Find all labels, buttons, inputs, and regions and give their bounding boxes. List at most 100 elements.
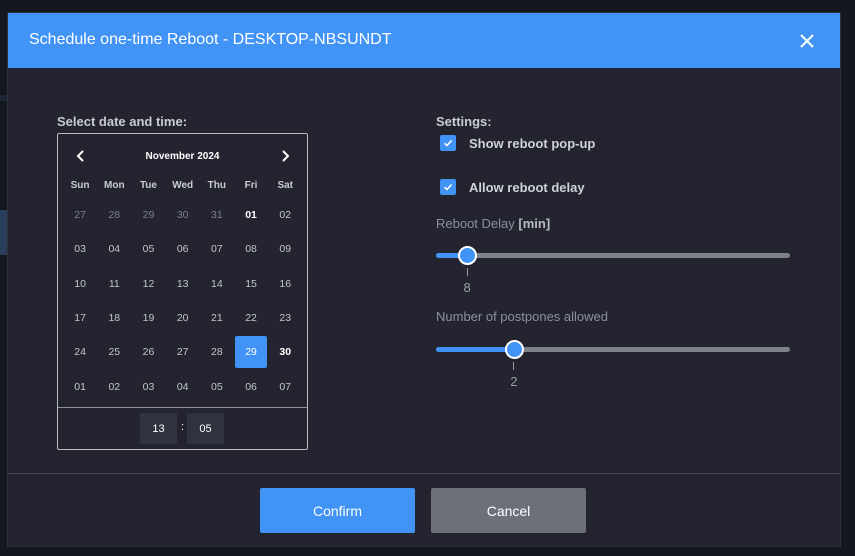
time-separator: :	[181, 421, 185, 433]
calendar-day[interactable]: 07	[200, 232, 234, 266]
calendar-day[interactable]: 04	[166, 369, 200, 403]
calendar-day[interactable]: 04	[97, 232, 131, 266]
allow-delay-checkbox[interactable]: Allow reboot delay	[440, 178, 585, 196]
calendar-day-number: 04	[108, 243, 121, 256]
calendar-day[interactable]: 20	[166, 301, 200, 335]
calendar-day-number: 27	[176, 346, 189, 359]
calendar-day[interactable]: 06	[234, 369, 268, 403]
weekday-label: Mon	[104, 180, 125, 191]
calendar-day[interactable]: 31	[200, 198, 234, 232]
reboot-delay-slider[interactable]	[436, 245, 790, 265]
reboot-delay-label-text: Reboot Delay	[436, 216, 515, 231]
calendar-day[interactable]: 05	[200, 369, 234, 403]
slider-thumb[interactable]	[458, 246, 478, 265]
postpones-slider[interactable]	[436, 339, 790, 359]
calendar-day-number: 30	[176, 209, 189, 222]
calendar-day[interactable]: 19	[131, 301, 165, 335]
calendar-day[interactable]: 28	[97, 198, 131, 232]
calendar-day-number: 06	[245, 380, 257, 393]
calendar-day-number: 25	[108, 346, 121, 359]
slider-track[interactable]	[436, 253, 790, 258]
calendar-day[interactable]: 02	[268, 198, 302, 232]
calendar-day-number: 09	[279, 243, 292, 256]
calendar-day[interactable]: 12	[131, 267, 165, 301]
checkbox-checked[interactable]	[440, 179, 456, 195]
calendar-day[interactable]: 16	[268, 267, 302, 301]
calendar-day-number: 02	[279, 209, 292, 222]
calendar-day[interactable]: 08	[234, 232, 268, 266]
calendar-day[interactable]: 01	[63, 369, 97, 403]
weekday-label: Sat	[277, 180, 293, 191]
calendar-day[interactable]: 14	[200, 267, 234, 301]
calendar-day[interactable]: 23	[268, 301, 302, 335]
calendar-day[interactable]: 28	[200, 335, 234, 369]
calendar-day[interactable]: 18	[97, 301, 131, 335]
calendar-day[interactable]: 29	[131, 198, 165, 232]
calendar-day[interactable]: 22	[234, 301, 268, 335]
postpones-label: Number of postpones allowed	[436, 309, 608, 324]
next-month-button[interactable]	[277, 148, 293, 164]
show-popup-checkbox[interactable]: Show reboot pop-up	[440, 134, 595, 152]
calendar-day[interactable]: 06	[166, 232, 200, 266]
calendar-day[interactable]: 30	[268, 335, 302, 369]
calendar-day[interactable]: 09	[268, 232, 302, 266]
calendar-day-number: 10	[74, 277, 86, 290]
calendar-day[interactable]: 05	[131, 232, 165, 266]
calendar-day-selected[interactable]: 29	[234, 335, 268, 369]
slider-thumb[interactable]	[504, 340, 524, 359]
close-icon	[800, 34, 814, 48]
calendar-week: 24 25 26 27 28 29 30	[63, 335, 303, 369]
calendar-day-number: 11	[108, 277, 120, 290]
calendar-day[interactable]: 03	[63, 232, 97, 266]
calendar-day[interactable]: 30	[166, 198, 200, 232]
calendar-day[interactable]: 21	[200, 301, 234, 335]
calendar-week: 27 28 29 30 31 01 02	[63, 198, 303, 232]
weekday-label: Fri	[244, 180, 258, 191]
calendar-month: November 2024	[145, 151, 220, 162]
weekday-label: Tue	[139, 180, 157, 191]
calendar-day-number: 27	[74, 209, 86, 222]
settings-label: Settings:	[436, 114, 492, 129]
slider-value-tick	[466, 268, 468, 276]
reboot-delay-unit: [min]	[518, 216, 551, 231]
hour-input[interactable]: 13	[140, 413, 177, 444]
calendar-day[interactable]: 15	[234, 267, 268, 301]
weekday-label: Wed	[172, 180, 194, 191]
calendar-day[interactable]: 03	[131, 369, 165, 403]
calendar-week: 17 18 19 20 21 22 23	[63, 301, 303, 335]
calendar-day[interactable]: 10	[63, 267, 97, 301]
reboot-delay-label: Reboot Delay [min]	[436, 216, 550, 231]
calendar-day[interactable]: 27	[166, 335, 200, 369]
calendar-day-number: 19	[142, 312, 155, 325]
calendar-day[interactable]: 25	[97, 335, 131, 369]
calendar-day[interactable]: 02	[97, 369, 131, 403]
allow-delay-label: Allow reboot delay	[469, 179, 585, 195]
calendar-day-number: 16	[279, 277, 292, 290]
calendar-day-number: 07	[211, 243, 223, 256]
reboot-dialog: Schedule one-time Reboot - DESKTOP-NBSUN…	[8, 13, 840, 546]
dialog-title: Schedule one-time Reboot - DESKTOP-NBSUN…	[29, 31, 392, 48]
calendar-day[interactable]: 13	[166, 267, 200, 301]
calendar-day-number: 05	[211, 380, 223, 393]
calendar-day[interactable]: 24	[63, 335, 97, 369]
weekday-header: Sun Mon Tue Wed Thu Fri Sat	[63, 180, 303, 191]
checkbox-checked[interactable]	[440, 135, 456, 151]
calendar-day[interactable]: 17	[63, 301, 97, 335]
calendar-day-number: 14	[211, 277, 223, 290]
calendar-day[interactable]: 07	[268, 369, 302, 403]
calendar-day-number: 18	[108, 312, 121, 325]
calendar-day-number: 20	[176, 312, 189, 325]
weekday-label: Thu	[207, 180, 226, 191]
close-button[interactable]	[798, 32, 816, 50]
calendar-day[interactable]: 11	[97, 267, 131, 301]
calendar-day[interactable]: 01	[234, 198, 268, 232]
calendar-day-number: 13	[176, 277, 189, 290]
calendar-day[interactable]: 26	[131, 335, 165, 369]
reboot-delay-value: 8	[463, 280, 471, 295]
cancel-button[interactable]: Cancel	[431, 488, 586, 533]
calendar-day-number: 02	[108, 380, 121, 393]
confirm-button[interactable]: Confirm	[260, 488, 415, 533]
calendar-day[interactable]: 27	[63, 198, 97, 232]
dialog-header: Schedule one-time Reboot - DESKTOP-NBSUN…	[8, 13, 840, 68]
minute-input[interactable]: 05	[187, 413, 224, 444]
